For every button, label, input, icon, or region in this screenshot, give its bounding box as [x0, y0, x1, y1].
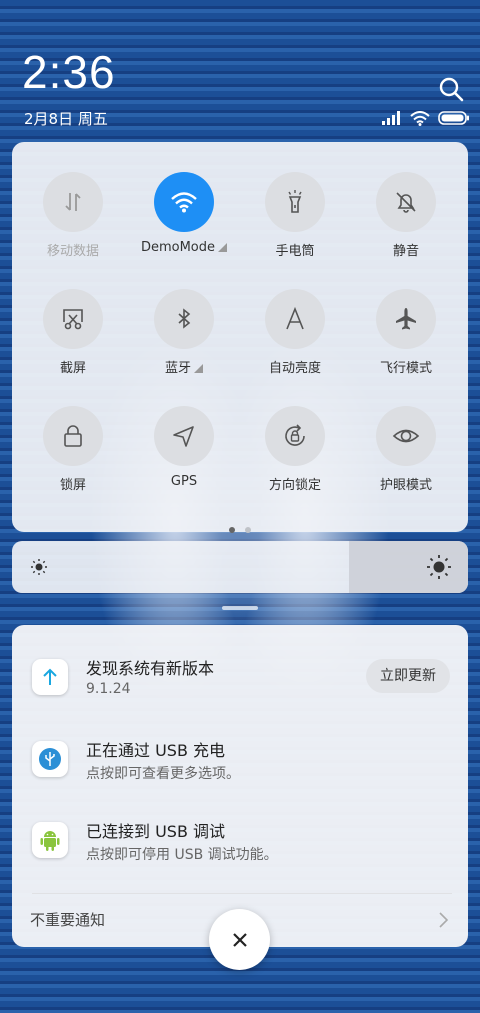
update-arrow-icon: [43, 668, 57, 685]
toggle-circle: [265, 172, 325, 232]
toggle-circle: [376, 406, 436, 466]
notification-panel: 发现系统有新版本 9.1.24 立即更新 正在通过 USB 充电 点按即可查看更…: [12, 625, 468, 947]
auto-brightness-icon: [286, 306, 304, 330]
toggle-label: 蓝牙: [132, 357, 236, 376]
wifi-icon: [171, 192, 197, 213]
toggle-circle: [154, 406, 214, 466]
notification-subtitle: 9.1.24: [86, 681, 131, 697]
update-now-button[interactable]: 立即更新: [366, 659, 450, 693]
app-icon: [32, 741, 68, 777]
airplane-icon: [396, 308, 416, 330]
notification-title: 已连接到 USB 调试: [86, 822, 226, 841]
toggle-circle: [154, 289, 214, 349]
toggle-label: 护眼模式: [379, 478, 432, 493]
toggle-circle: [43, 172, 103, 232]
clear-all-button[interactable]: [209, 909, 270, 970]
brightness-low-icon: [31, 559, 47, 575]
toggle-eye-care[interactable]: 护眼模式: [354, 406, 458, 516]
toggle-gps[interactable]: GPS: [132, 406, 236, 516]
toggle-label: GPS: [170, 474, 198, 489]
lock-icon: [64, 425, 82, 447]
toggle-label: 方向锁定: [268, 478, 321, 493]
screenshot-icon: [63, 309, 83, 330]
toggle-wifi[interactable]: DemoMode: [132, 172, 236, 282]
toggle-bluetooth[interactable]: 蓝牙: [132, 289, 236, 399]
page-dot-active: [229, 527, 235, 533]
toggle-label: 锁屏: [59, 478, 86, 493]
toggle-circle: [43, 289, 103, 349]
toggle-circle: [265, 289, 325, 349]
notification-system-update[interactable]: 发现系统有新版本 9.1.24 立即更新: [12, 655, 468, 727]
page-dot: [245, 527, 251, 533]
expand-triangle-icon: [194, 364, 203, 373]
drag-handle[interactable]: [222, 606, 258, 610]
clock: 2:36: [22, 46, 116, 98]
rotation-lock-icon: [285, 424, 305, 446]
toggle-label: 自动亮度: [268, 361, 321, 376]
toggle-label: 静音: [392, 244, 419, 259]
notification-usb-charging[interactable]: 正在通过 USB 充电 点按即可查看更多选项。: [12, 737, 468, 809]
toggle-circle: [265, 406, 325, 466]
toggle-screenshot[interactable]: 截屏: [21, 289, 125, 399]
notification-subtitle: 点按即可停用 USB 调试功能。: [86, 847, 278, 863]
expand-triangle-icon: [218, 243, 228, 252]
search-icon[interactable]: [438, 76, 464, 102]
toggle-label: DemoMode: [132, 240, 236, 255]
status-bar: 2:36 2月8日 周五: [0, 0, 480, 140]
toggle-label: 手电筒: [275, 244, 315, 259]
brightness-slider[interactable]: [12, 541, 468, 593]
page-indicator[interactable]: [12, 518, 468, 537]
notification-usb-debugging[interactable]: 已连接到 USB 调试 点按即可停用 USB 调试功能。: [12, 818, 468, 890]
unimportant-notifications-link[interactable]: 不重要通知: [30, 909, 105, 930]
toggle-lock-screen[interactable]: 锁屏: [21, 406, 125, 516]
divider: [32, 893, 452, 894]
android-icon: [40, 831, 60, 851]
eye-icon: [392, 429, 420, 443]
toggle-airplane[interactable]: 飞行模式: [354, 289, 458, 399]
mute-bell-icon: [396, 192, 416, 213]
toggle-label: 移动数据: [46, 244, 99, 259]
date: 2月8日 周五: [24, 110, 108, 128]
toggle-auto-brightness[interactable]: 自动亮度: [243, 289, 347, 399]
bluetooth-icon: [178, 308, 191, 329]
toggle-mute[interactable]: 静音: [354, 172, 458, 282]
wifi-status-icon: [410, 110, 430, 126]
toggle-flashlight[interactable]: 手电筒: [243, 172, 347, 282]
flashlight-icon: [288, 190, 302, 213]
mobile-data-icon: [65, 193, 81, 211]
toggle-rotation-lock[interactable]: 方向锁定: [243, 406, 347, 516]
toggle-mobile-data[interactable]: 移动数据: [21, 172, 125, 282]
quick-settings-panel: 移动数据 DemoMode 手电筒 静音 截屏 蓝牙 自动亮度 飞行模式 锁屏 …: [12, 142, 468, 533]
toggle-circle: [154, 172, 214, 232]
brightness-high-icon: [427, 555, 451, 579]
toggle-circle: [376, 172, 436, 232]
notification-title: 发现系统有新版本: [86, 659, 215, 678]
toggle-circle: [376, 289, 436, 349]
app-icon: [32, 659, 68, 695]
chevron-right-icon[interactable]: [438, 911, 450, 929]
app-icon: [32, 822, 68, 858]
battery-icon: [438, 111, 469, 125]
notification-title: 正在通过 USB 充电: [86, 741, 226, 760]
notification-subtitle: 点按即可查看更多选项。: [86, 766, 240, 782]
close-icon: [232, 932, 247, 947]
usb-icon: [39, 748, 61, 770]
toggle-label: 截屏: [59, 361, 86, 376]
gps-icon: [173, 426, 194, 447]
toggle-label: 飞行模式: [379, 361, 432, 376]
signal-icon: [382, 111, 400, 125]
toggle-circle: [43, 406, 103, 466]
